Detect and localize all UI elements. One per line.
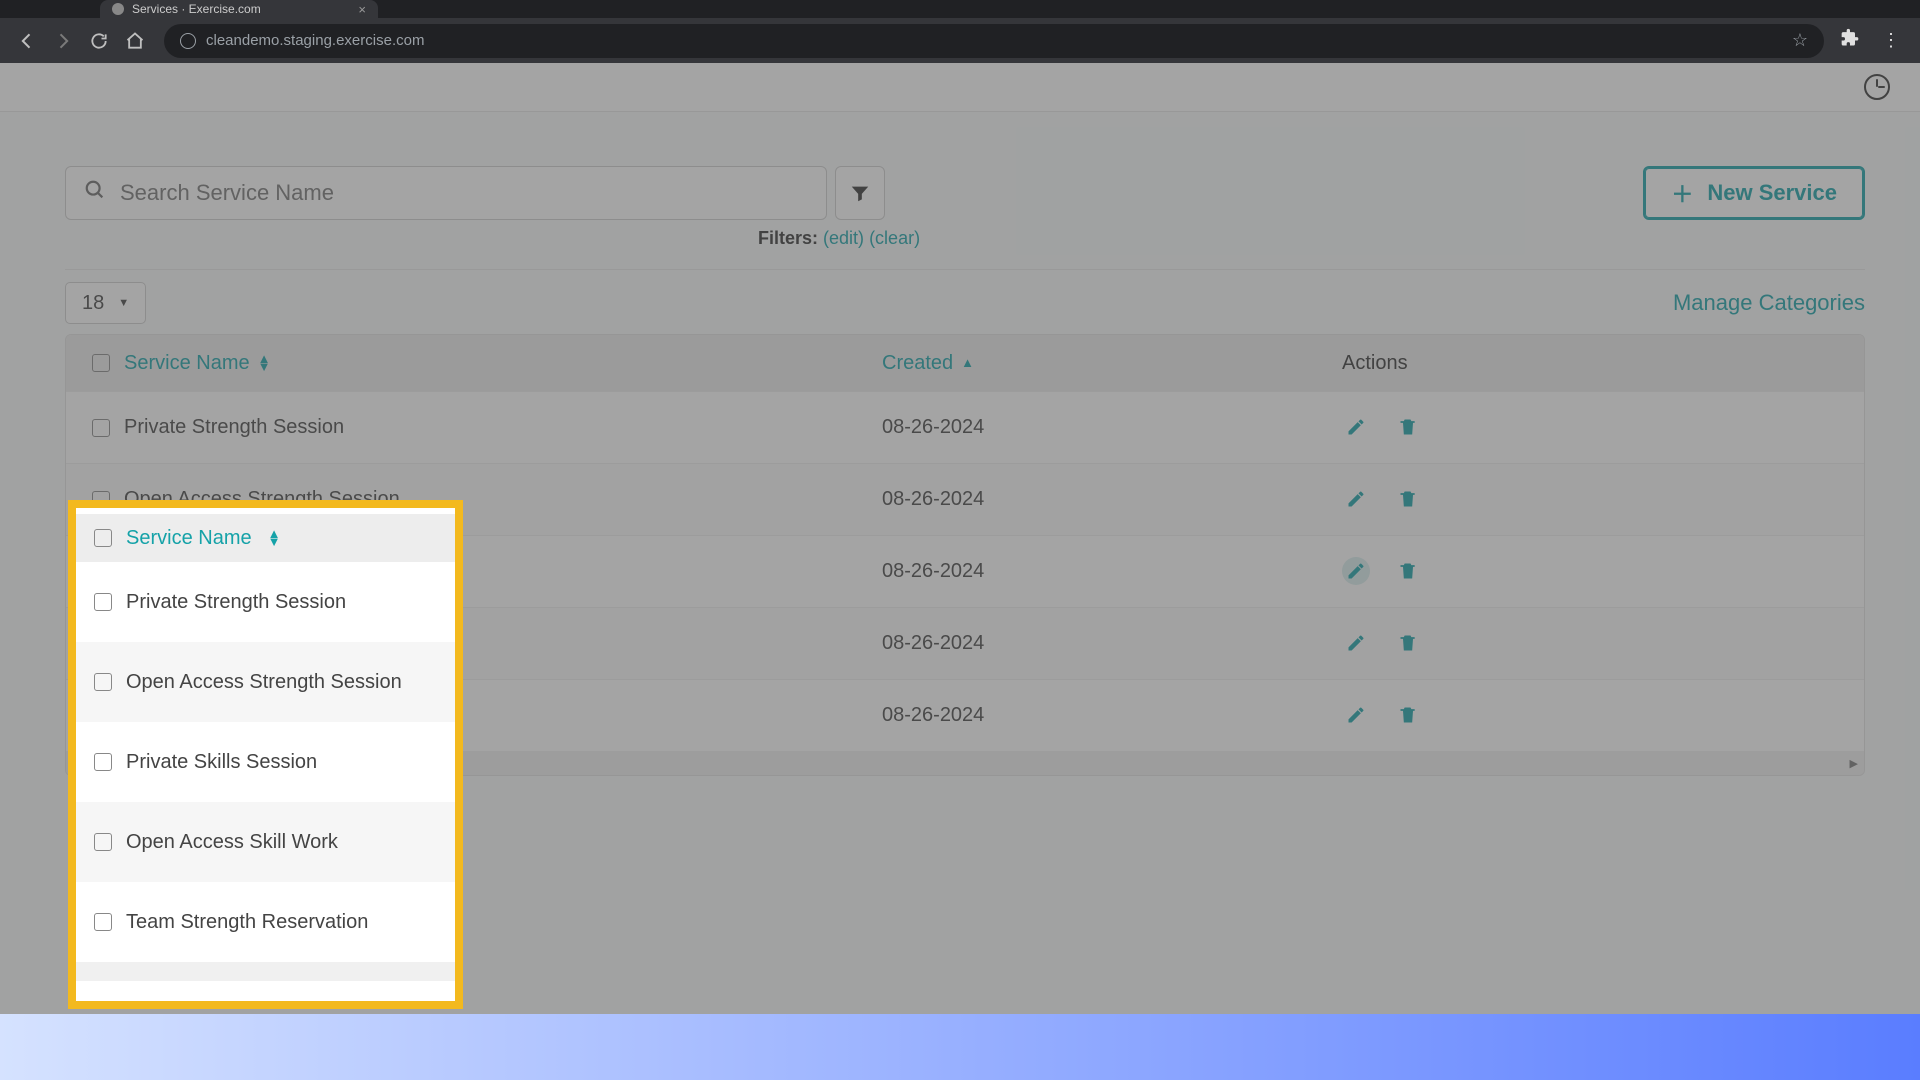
- back-button[interactable]: [14, 28, 40, 54]
- sort-asc-icon: ▲: [961, 359, 974, 367]
- scroll-right-icon[interactable]: ▶: [1850, 757, 1858, 770]
- select-all-checkbox[interactable]: [92, 354, 110, 372]
- reload-button[interactable]: [86, 28, 112, 54]
- url-text: cleandemo.staging.exercise.com: [206, 32, 424, 49]
- bottom-gradient: [0, 1014, 1920, 1080]
- delete-icon[interactable]: [1394, 413, 1422, 441]
- browser-chrome: Services · Exercise.com × cleandemo.stag…: [0, 0, 1920, 63]
- home-button[interactable]: [122, 28, 148, 54]
- service-name: Open Access Strength Session: [124, 488, 400, 511]
- search-input[interactable]: [120, 180, 808, 206]
- filters-line: Filters: (edit) (clear): [758, 228, 1865, 249]
- content-area: ＋ New Service Filters: (edit) (clear) 18…: [0, 112, 1920, 776]
- services-table: Service Name ▲▼ Created ▲ Actions Privat…: [65, 334, 1865, 776]
- row-checkbox[interactable]: [92, 707, 110, 725]
- table-row[interactable]: Team Strength Reservation 08-26-2024: [66, 679, 1864, 751]
- edit-icon[interactable]: [1342, 557, 1370, 585]
- forward-button[interactable]: [50, 28, 76, 54]
- edit-icon[interactable]: [1342, 629, 1370, 657]
- created-date: 08-26-2024: [882, 560, 1142, 583]
- browser-toolbar: cleandemo.staging.exercise.com ☆ ⋮: [0, 18, 1920, 63]
- created-date: 08-26-2024: [882, 488, 1142, 511]
- service-name: Team Strength Reservation: [124, 704, 366, 727]
- col-created[interactable]: Created ▲: [882, 352, 1142, 375]
- table-row[interactable]: Private Skills Session 08-26-2024: [66, 535, 1864, 607]
- caret-down-icon: ▼: [118, 297, 129, 309]
- globe-icon: [180, 33, 196, 49]
- row-checkbox[interactable]: [92, 491, 110, 509]
- edit-icon[interactable]: [1342, 701, 1370, 729]
- menu-icon[interactable]: ⋮: [1882, 30, 1900, 51]
- tab-bar: Services · Exercise.com ×: [0, 0, 1920, 18]
- row-checkbox[interactable]: [92, 635, 110, 653]
- filter-button[interactable]: [835, 166, 885, 220]
- sort-icon: ▲▼: [258, 355, 271, 371]
- service-name: Private Skills Session: [124, 560, 315, 583]
- extensions-icon[interactable]: [1840, 28, 1860, 53]
- app-topbar: [0, 63, 1920, 112]
- created-date: 08-26-2024: [882, 416, 1142, 439]
- edit-icon[interactable]: [1342, 485, 1370, 513]
- delete-icon[interactable]: [1394, 557, 1422, 585]
- delete-icon[interactable]: [1394, 701, 1422, 729]
- filters-label: Filters:: [758, 228, 818, 248]
- filter-edit-link[interactable]: (edit): [823, 228, 864, 248]
- bookmark-icon[interactable]: ☆: [1792, 30, 1808, 51]
- tab-title: Services · Exercise.com: [132, 2, 261, 16]
- search-group: [65, 166, 885, 220]
- edit-icon[interactable]: [1342, 413, 1370, 441]
- plus-icon: ＋: [1671, 177, 1693, 209]
- new-service-button[interactable]: ＋ New Service: [1643, 166, 1865, 220]
- close-tab-icon[interactable]: ×: [358, 2, 366, 17]
- mid-row: 18 ▼ Manage Categories: [65, 269, 1865, 324]
- created-date: 08-26-2024: [882, 704, 1142, 727]
- address-bar[interactable]: cleandemo.staging.exercise.com ☆: [164, 24, 1824, 58]
- filter-clear-link[interactable]: (clear): [869, 228, 920, 248]
- page: ＋ New Service Filters: (edit) (clear) 18…: [0, 63, 1920, 1080]
- col-service-name[interactable]: Service Name ▲▼: [124, 352, 270, 375]
- table-header: Service Name ▲▼ Created ▲ Actions: [66, 335, 1864, 391]
- controls-row: ＋ New Service: [65, 166, 1865, 220]
- col-actions: Actions: [1142, 352, 1864, 375]
- clock-icon[interactable]: [1864, 74, 1890, 100]
- favicon-icon: [112, 3, 124, 15]
- page-size-select[interactable]: 18 ▼: [65, 282, 146, 324]
- page-size-value: 18: [82, 292, 104, 315]
- service-name: Open Access Skill Work: [124, 632, 336, 655]
- manage-categories-link[interactable]: Manage Categories: [1673, 290, 1865, 316]
- table-row[interactable]: Open Access Skill Work 08-26-2024: [66, 607, 1864, 679]
- created-date: 08-26-2024: [882, 632, 1142, 655]
- delete-icon[interactable]: [1394, 629, 1422, 657]
- delete-icon[interactable]: [1394, 485, 1422, 513]
- service-name: Private Strength Session: [124, 416, 344, 439]
- table-row[interactable]: Open Access Strength Session 08-26-2024: [66, 463, 1864, 535]
- row-checkbox[interactable]: [92, 563, 110, 581]
- table-footer: ▶: [66, 751, 1864, 775]
- browser-tab[interactable]: Services · Exercise.com ×: [100, 0, 378, 18]
- new-service-label: New Service: [1707, 180, 1837, 206]
- table-row[interactable]: Private Strength Session 08-26-2024: [66, 391, 1864, 463]
- row-checkbox[interactable]: [92, 419, 110, 437]
- search-icon: [84, 179, 106, 207]
- search-input-wrap[interactable]: [65, 166, 827, 220]
